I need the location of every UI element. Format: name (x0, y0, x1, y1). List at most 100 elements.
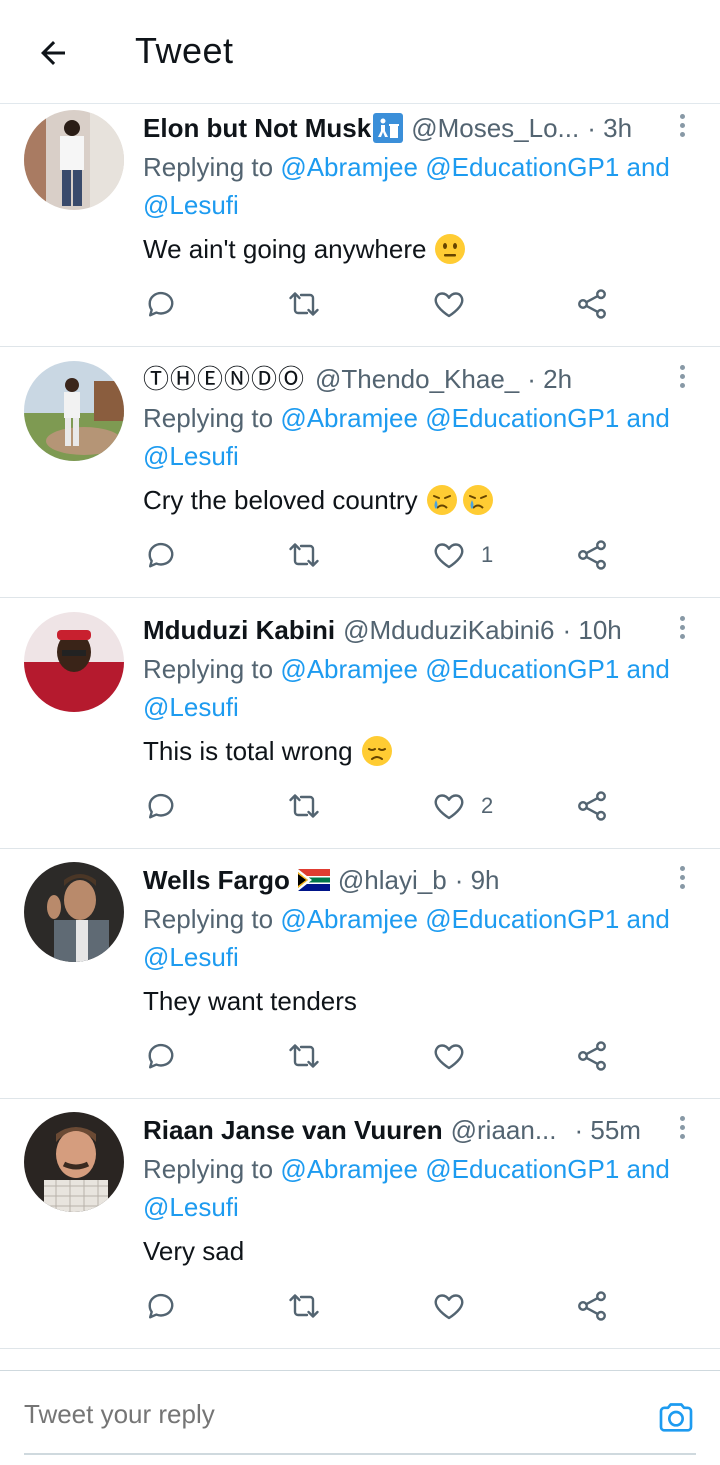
share-icon (578, 1041, 606, 1071)
retweet-icon (289, 794, 319, 818)
replying-to: Replying to @Abramjee @EducationGP1 and @… (143, 399, 703, 475)
retweet-button[interactable] (286, 284, 322, 324)
mention-link[interactable]: @Lesufi (143, 441, 239, 471)
and-others-link[interactable]: and (627, 904, 670, 934)
like-button[interactable]: 1 (431, 535, 493, 575)
mention-link[interactable]: @Abramjee (280, 152, 418, 182)
user-handle[interactable]: @MduduziKabini6 (343, 610, 554, 650)
more-options-icon[interactable] (668, 110, 696, 140)
tweet-reply[interactable]: Elon but Not Musk @Moses_Lo... · 3h Repl… (0, 96, 720, 347)
display-name[interactable]: Riaan Janse van Vuuren (143, 1110, 443, 1150)
mention-link[interactable]: @EducationGP1 (425, 403, 619, 433)
mention-link[interactable]: @Abramjee (280, 654, 418, 684)
tweet-reply[interactable]: Mduduzi Kabini @MduduziKabini6 · 10h Rep… (0, 598, 720, 849)
avatar[interactable] (24, 612, 124, 712)
tweet-actions (143, 1286, 623, 1326)
top-bar: Tweet (0, 0, 720, 104)
user-handle[interactable]: @Moses_Lo... (411, 108, 579, 148)
like-button[interactable] (431, 1036, 481, 1076)
and-others-link[interactable]: and (627, 1154, 670, 1184)
more-options-icon[interactable] (668, 1112, 696, 1142)
reply-button[interactable] (143, 786, 179, 826)
mention-link[interactable]: @EducationGP1 (425, 654, 619, 684)
share-button[interactable] (574, 1286, 610, 1326)
and-others-link[interactable]: and (627, 152, 670, 182)
tweet-reply[interactable]: ⓉⒽⒺⓃⒹⓄ @Thendo_Khae_ · 2h Replying to @A… (0, 347, 720, 598)
reply-icon (148, 542, 174, 568)
user-handle[interactable]: @riaan... (451, 1110, 557, 1150)
like-button[interactable] (431, 284, 481, 324)
mention-link[interactable]: @Lesufi (143, 190, 239, 220)
share-button[interactable] (574, 1036, 610, 1076)
tweet-reply[interactable]: Wells Fargo @hlayi_b · 9h Replying to @A… (0, 848, 720, 1099)
replying-to: Replying to @Abramjee @EducationGP1 and @… (143, 148, 703, 224)
replying-to-label: Replying to (143, 904, 281, 934)
and-others-link[interactable]: and (627, 403, 670, 433)
mention-link[interactable]: @EducationGP1 (425, 904, 619, 934)
reply-button[interactable] (143, 1036, 179, 1076)
reply-icon (148, 1043, 174, 1069)
avatar[interactable] (24, 862, 124, 962)
display-name[interactable]: ⓉⒽⒺⓃⒹⓄ (143, 359, 305, 399)
share-icon (578, 540, 606, 570)
mention-link[interactable]: @Abramjee (280, 403, 418, 433)
timestamp[interactable]: · 3h (587, 108, 632, 148)
like-button[interactable]: 2 (431, 786, 493, 826)
more-options-icon[interactable] (668, 361, 696, 391)
replying-to: Replying to @Abramjee @EducationGP1 and @… (143, 900, 703, 976)
tweet-reply[interactable]: Riaan Janse van Vuuren @riaan... · 55m R… (0, 1098, 720, 1349)
mention-link[interactable]: @Lesufi (143, 692, 239, 722)
avatar[interactable] (24, 1112, 124, 1212)
avatar[interactable] (24, 361, 124, 461)
avatar[interactable] (24, 110, 124, 210)
mention-link[interactable]: @Abramjee (280, 904, 418, 934)
and-others-link[interactable]: and (627, 654, 670, 684)
timestamp[interactable]: · 10h (563, 610, 622, 650)
back-arrow-icon[interactable] (30, 30, 76, 76)
reply-input[interactable] (24, 1399, 644, 1430)
share-icon (578, 289, 606, 319)
share-button[interactable] (574, 535, 610, 575)
tweet-actions: 2 (143, 786, 623, 826)
retweet-button[interactable] (286, 535, 322, 575)
mention-link[interactable]: @EducationGP1 (425, 152, 619, 182)
reply-button[interactable] (143, 535, 179, 575)
mention-link[interactable]: @Lesufi (143, 1192, 239, 1222)
timestamp[interactable]: · 9h (455, 860, 500, 900)
tweet-header: Riaan Janse van Vuuren @riaan... · 55m (143, 1110, 673, 1150)
mention-link[interactable]: @Lesufi (143, 942, 239, 972)
reply-icon (148, 291, 174, 317)
heart-icon (434, 1044, 464, 1070)
retweet-button[interactable] (286, 1036, 322, 1076)
share-button[interactable] (574, 786, 610, 826)
retweet-icon (289, 543, 319, 567)
camera-icon[interactable] (656, 1397, 696, 1437)
user-handle[interactable]: @hlayi_b (338, 860, 447, 900)
share-button[interactable] (574, 284, 610, 324)
display-name[interactable]: Wells Fargo (143, 860, 290, 900)
retweet-icon (289, 1294, 319, 1318)
timestamp[interactable]: · 55m (575, 1110, 641, 1150)
crying-face-emoji (426, 484, 458, 516)
more-options-icon[interactable] (668, 862, 696, 892)
heart-icon (434, 1294, 464, 1320)
mention-link[interactable]: @EducationGP1 (425, 1154, 619, 1184)
retweet-button[interactable] (286, 1286, 322, 1326)
reply-button[interactable] (143, 284, 179, 324)
like-count: 2 (481, 793, 494, 818)
user-handle[interactable]: @Thendo_Khae_ (315, 359, 519, 399)
tweet-body: Cry the beloved country (143, 481, 494, 519)
reply-button[interactable] (143, 1286, 179, 1326)
retweet-button[interactable] (286, 786, 322, 826)
tweet-text: We ain't going anywhere (143, 234, 427, 264)
tweet-text: This is total wrong (143, 736, 353, 766)
like-button[interactable] (431, 1286, 481, 1326)
more-options-icon[interactable] (668, 612, 696, 642)
display-name[interactable]: Elon but Not Musk (143, 108, 371, 148)
mention-link[interactable]: @Abramjee (280, 1154, 418, 1184)
display-name[interactable]: Mduduzi Kabini (143, 610, 335, 650)
timestamp[interactable]: · 2h (527, 359, 572, 399)
heart-icon (434, 292, 464, 318)
tweet-header: Mduduzi Kabini @MduduziKabini6 · 10h (143, 610, 673, 650)
tweet-text: Cry the beloved country (143, 485, 418, 515)
